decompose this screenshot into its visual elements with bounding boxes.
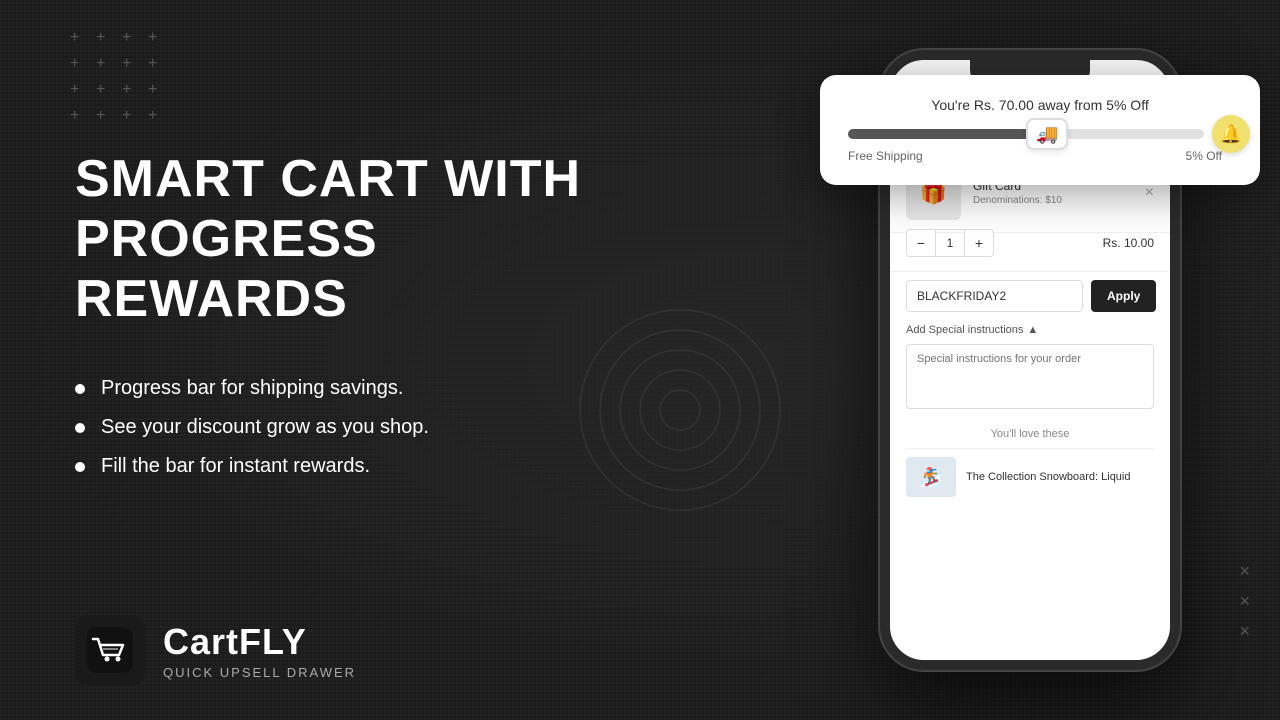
progress-labels: Free Shipping 5% Off [848, 149, 1232, 163]
qty-price-row: − 1 + Rs. 10.00 [890, 229, 1170, 267]
close-icon[interactable]: × [1145, 184, 1154, 202]
product-recommendation: 🏂 The Collection Snowboard: Liquid [906, 448, 1154, 497]
cart-icon [85, 625, 135, 675]
x-mark-1: × [1239, 562, 1250, 580]
logo-area: CartFLY QUICK UPSELL DRAWER [75, 615, 356, 685]
instructions-textarea[interactable] [906, 344, 1154, 409]
logo-icon-box [75, 615, 145, 685]
list-item: Progress bar for shipping savings. [75, 377, 635, 400]
progress-bar: 🚚 [848, 129, 1204, 139]
list-item: See your discount grow as you shop. [75, 416, 635, 439]
recommendations-section: You'll love these 🏂 The Collection Snowb… [890, 418, 1170, 503]
left-content-area: SMART CART WITH PROGRESS REWARDS Progres… [75, 150, 635, 478]
qty-value: 1 [935, 230, 965, 256]
item-sub: Denominations: $10 [973, 195, 1133, 206]
bullet-dot [75, 384, 85, 394]
x-marks-decoration: × × × [1239, 562, 1250, 640]
item-price: Rs. 10.00 [1103, 236, 1154, 250]
product-image: 🏂 [906, 457, 956, 497]
progress-end-badge: 🔔 [1212, 115, 1250, 153]
feature-list: Progress bar for shipping savings. See y… [75, 377, 635, 478]
logo-text: CartFLY QUICK UPSELL DRAWER [163, 621, 356, 680]
logo-name: CartFLY [163, 621, 356, 663]
label-discount: 5% Off [1186, 149, 1222, 163]
list-item: Fill the bar for instant rewards. [75, 455, 635, 478]
bullet-dot [75, 462, 85, 472]
coupon-input[interactable] [906, 280, 1083, 312]
phone-mockup: You're Rs. 70.00 away from 5% Off 🚚 🔔 Fr… [850, 30, 1180, 690]
decorative-plus-grid: ++++ ++++ ++++ ++++ [70, 30, 166, 126]
recommendations-title: You'll love these [906, 428, 1154, 440]
x-mark-3: × [1239, 622, 1250, 640]
quantity-control: − 1 + [906, 229, 994, 257]
reward-card: You're Rs. 70.00 away from 5% Off 🚚 🔔 Fr… [820, 75, 1260, 185]
decrease-qty-button[interactable]: − [907, 230, 935, 256]
bullet-dot [75, 423, 85, 433]
special-instructions-area: Add Special instructions ▲ [890, 320, 1170, 418]
page-title: SMART CART WITH PROGRESS REWARDS [75, 150, 635, 329]
product-name: The Collection Snowboard: Liquid [966, 471, 1131, 483]
coupon-area: Apply [890, 271, 1170, 320]
progress-thumb: 🚚 [1026, 118, 1068, 150]
apply-button[interactable]: Apply [1091, 280, 1156, 312]
progress-bar-fill [848, 129, 1054, 139]
logo-tagline: QUICK UPSELL DRAWER [163, 665, 356, 680]
increase-qty-button[interactable]: + [965, 230, 993, 256]
add-instructions-toggle[interactable]: Add Special instructions ▲ [906, 324, 1154, 336]
x-mark-2: × [1239, 592, 1250, 610]
decorative-circle [570, 300, 790, 520]
reward-message: You're Rs. 70.00 away from 5% Off [848, 97, 1232, 113]
label-free-shipping: Free Shipping [848, 149, 923, 163]
